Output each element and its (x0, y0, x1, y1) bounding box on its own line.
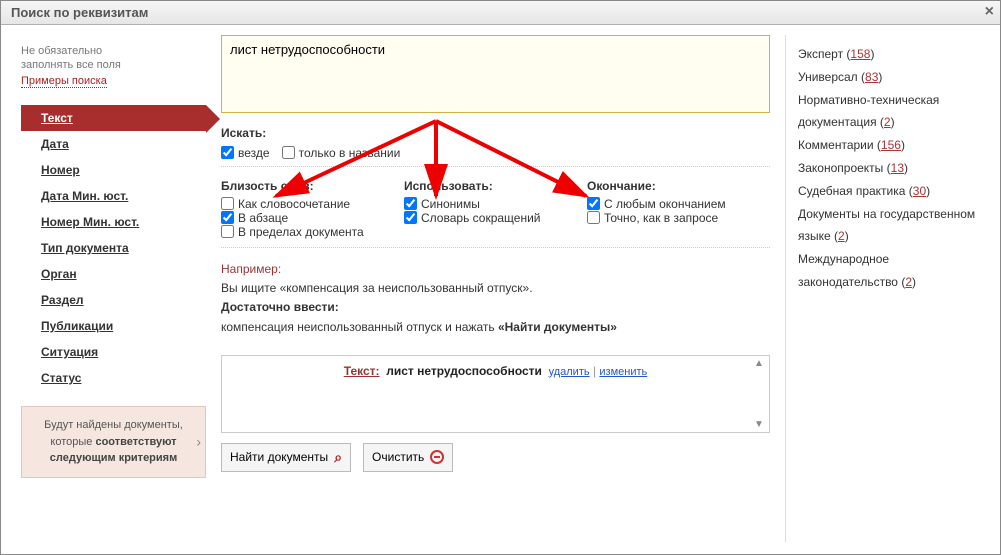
nav-item-6[interactable]: Орган (21, 261, 206, 287)
criteria-result-box: ▲ ▼ Текст: лист нетрудоспособности удали… (221, 355, 770, 433)
search-icon: ⌕ (334, 449, 342, 466)
category-count: 83 (865, 70, 878, 84)
result-value: лист нетрудоспособности (386, 364, 542, 378)
window-title: Поиск по реквизитам (11, 5, 148, 20)
ending-opt-1[interactable]: Точно, как в запросе (587, 211, 718, 225)
example-block: Например: Вы ищите «компенсация за неисп… (221, 260, 770, 337)
use-opt-checkbox-0[interactable] (404, 197, 417, 210)
proximity-opt-1[interactable]: В абзаце (221, 211, 288, 225)
category-item-4[interactable]: Законопроекты (13) (798, 157, 990, 180)
category-item-5[interactable]: Судебная практика (30) (798, 180, 990, 203)
category-count: 2 (838, 229, 845, 243)
proximity-opt-2[interactable]: В пределах документа (221, 225, 364, 239)
scroll-down-icon[interactable]: ▼ (751, 419, 767, 430)
find-button[interactable]: Найти документы ⌕ (221, 443, 351, 472)
ending-opt-checkbox-0[interactable] (587, 197, 600, 210)
result-label: Текст: (344, 364, 380, 378)
criteria-summary[interactable]: Будут найдены документы, которые соответ… (21, 406, 206, 478)
nav-item-8[interactable]: Публикации (21, 313, 206, 339)
use-opt-0[interactable]: Синонимы (404, 197, 480, 211)
category-count: 158 (850, 47, 870, 61)
examples-link[interactable]: Примеры поиска (21, 75, 107, 88)
category-count: 30 (913, 184, 926, 198)
proximity-opt-checkbox-0[interactable] (221, 197, 234, 210)
search-in-label: Искать: (221, 126, 770, 140)
clear-button[interactable]: Очистить (363, 443, 453, 472)
hint-text: заполнять все поля (21, 59, 206, 71)
nav-item-10[interactable]: Статус (21, 365, 206, 391)
use-opt-1[interactable]: Словарь сокращений (404, 211, 541, 225)
nav-item-2[interactable]: Номер (21, 157, 206, 183)
category-item-6[interactable]: Документы на государственном языке (2) (798, 203, 990, 249)
category-count: 156 (881, 138, 901, 152)
category-count: 2 (905, 275, 912, 289)
search-input[interactable] (221, 35, 770, 113)
ending-label: Окончание: (587, 179, 770, 193)
nav-item-0[interactable]: Текст (21, 105, 206, 131)
proximity-opt-0[interactable]: Как словосочетание (221, 197, 350, 211)
edit-link[interactable]: изменить (599, 366, 647, 378)
nav-item-5[interactable]: Тип документа (21, 235, 206, 261)
category-count: 2 (884, 115, 891, 129)
category-item-3[interactable]: Комментарии (156) (798, 134, 990, 157)
category-item-0[interactable]: Эксперт (158) (798, 43, 990, 66)
use-opt-checkbox-1[interactable] (404, 211, 417, 224)
delete-link[interactable]: удалить (549, 366, 590, 378)
nav-item-1[interactable]: Дата (21, 131, 206, 157)
clear-icon (430, 450, 444, 464)
search-opt-checkbox-0[interactable] (221, 146, 234, 159)
search-opt-checkbox-1[interactable] (282, 146, 295, 159)
search-opt-0[interactable]: везде (221, 146, 270, 160)
category-count: 13 (891, 161, 904, 175)
category-item-7[interactable]: Международное законодательство (2) (798, 248, 990, 294)
ending-opt-0[interactable]: С любым окончанием (587, 197, 726, 211)
close-icon[interactable]: × (985, 3, 994, 21)
hint-text: Не обязательно (21, 45, 206, 57)
nav-item-3[interactable]: Дата Мин. юст. (21, 183, 206, 209)
nav-item-4[interactable]: Номер Мин. юст. (21, 209, 206, 235)
category-item-2[interactable]: Нормативно-техническая документация (2) (798, 89, 990, 135)
scroll-up-icon[interactable]: ▲ (751, 358, 767, 369)
proximity-opt-checkbox-2[interactable] (221, 225, 234, 238)
nav-item-9[interactable]: Ситуация (21, 339, 206, 365)
use-label: Использовать: (404, 179, 587, 193)
proximity-label: Близость слов: (221, 179, 404, 193)
proximity-opt-checkbox-1[interactable] (221, 211, 234, 224)
nav-item-7[interactable]: Раздел (21, 287, 206, 313)
ending-opt-checkbox-1[interactable] (587, 211, 600, 224)
search-opt-1[interactable]: только в названии (282, 146, 401, 160)
window-titlebar: Поиск по реквизитам × (1, 1, 1000, 25)
category-item-1[interactable]: Универсал (83) (798, 66, 990, 89)
